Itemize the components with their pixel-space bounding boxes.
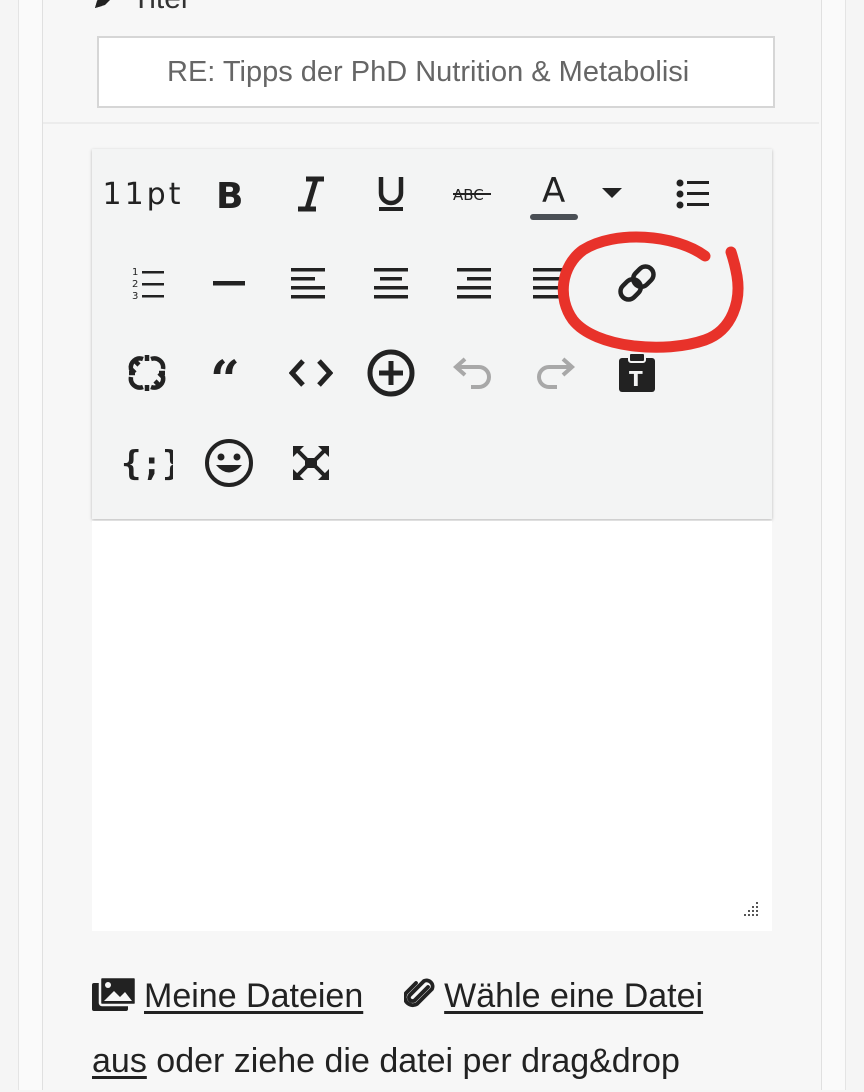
- curly-braces-icon: {;}: [121, 443, 173, 483]
- bold-icon: B: [214, 176, 244, 212]
- code-icon: [289, 358, 333, 388]
- quote-icon: “: [210, 358, 248, 388]
- align-right-button[interactable]: [432, 238, 514, 328]
- quote-button[interactable]: “: [188, 328, 270, 418]
- svg-text:B: B: [216, 176, 243, 212]
- strikethrough-icon: ABC: [453, 182, 493, 206]
- caret-down-icon: [602, 188, 622, 200]
- underline-icon: [377, 175, 405, 213]
- unlink-icon: [125, 351, 169, 395]
- fullscreen-icon: [291, 444, 331, 482]
- numbered-list-button[interactable]: 123: [108, 238, 190, 328]
- numbered-list-icon: 123: [132, 265, 166, 301]
- plus-circle-icon: [366, 348, 416, 398]
- align-left-button[interactable]: [268, 238, 350, 328]
- editor-content-area[interactable]: [92, 521, 772, 931]
- drag-drop-text: oder ziehe die datei per drag&drop: [156, 1042, 680, 1080]
- bulleted-list-button[interactable]: [652, 149, 734, 239]
- svg-text:T: T: [629, 367, 643, 391]
- font-size-select[interactable]: 11pt: [102, 149, 184, 239]
- redo-button[interactable]: [514, 328, 596, 418]
- link-icon: [615, 261, 659, 305]
- title-label-row: Titel: [92, 0, 188, 16]
- align-left-icon: [291, 266, 327, 300]
- source-code-button[interactable]: {;}: [106, 418, 188, 508]
- align-justify-icon: [533, 266, 569, 300]
- svg-text:“: “: [210, 358, 240, 388]
- underline-button[interactable]: [350, 149, 432, 239]
- text-color-icon: A: [530, 166, 580, 222]
- align-right-icon: [455, 266, 491, 300]
- paperclip-icon: [403, 970, 436, 1031]
- horizontal-rule-icon: [213, 279, 245, 287]
- align-center-icon: [373, 266, 409, 300]
- align-justify-button[interactable]: [510, 238, 592, 328]
- resize-handle-icon[interactable]: [740, 900, 760, 925]
- svg-text:2: 2: [132, 279, 138, 290]
- my-files-link[interactable]: Meine Dateien: [144, 977, 363, 1015]
- svg-text:1: 1: [132, 267, 138, 278]
- choose-file-link[interactable]: Wähle eine Datei: [444, 977, 703, 1015]
- undo-button[interactable]: [432, 328, 514, 418]
- smiley-icon: [204, 438, 254, 488]
- align-center-button[interactable]: [350, 238, 432, 328]
- paste-text-icon: T: [617, 352, 657, 394]
- emoji-button[interactable]: [188, 418, 270, 508]
- paste-text-button[interactable]: T: [596, 328, 678, 418]
- svg-text:A: A: [542, 171, 565, 211]
- divider: [43, 122, 819, 124]
- insert-link-button[interactable]: [596, 238, 678, 328]
- horizontal-rule-button[interactable]: [188, 238, 270, 328]
- choose-file-link-continued[interactable]: aus: [92, 1042, 147, 1080]
- insert-button[interactable]: [350, 328, 432, 418]
- undo-icon: [453, 355, 493, 391]
- svg-text:3: 3: [132, 291, 138, 301]
- redo-icon: [535, 355, 575, 391]
- italic-icon: [296, 176, 326, 212]
- strikethrough-button[interactable]: ABC: [432, 149, 514, 239]
- title-input[interactable]: [97, 36, 775, 108]
- bold-button[interactable]: B: [188, 149, 270, 239]
- italic-button[interactable]: [270, 149, 352, 239]
- text-color-dropdown[interactable]: [582, 149, 642, 239]
- images-icon: [92, 970, 138, 1031]
- svg-text:{;}: {;}: [121, 444, 173, 483]
- fullscreen-button[interactable]: [270, 418, 352, 508]
- editor-toolbar: 11pt B ABC A 123 T {;: [92, 149, 772, 519]
- pencil-icon: [92, 0, 122, 20]
- attachment-section: Meine Dateien Wähle eine Datei aus oder …: [92, 966, 792, 1092]
- bulleted-list-icon: [676, 179, 710, 209]
- unlink-button[interactable]: [106, 328, 188, 418]
- code-button[interactable]: [270, 328, 352, 418]
- title-label: Titel: [132, 0, 188, 16]
